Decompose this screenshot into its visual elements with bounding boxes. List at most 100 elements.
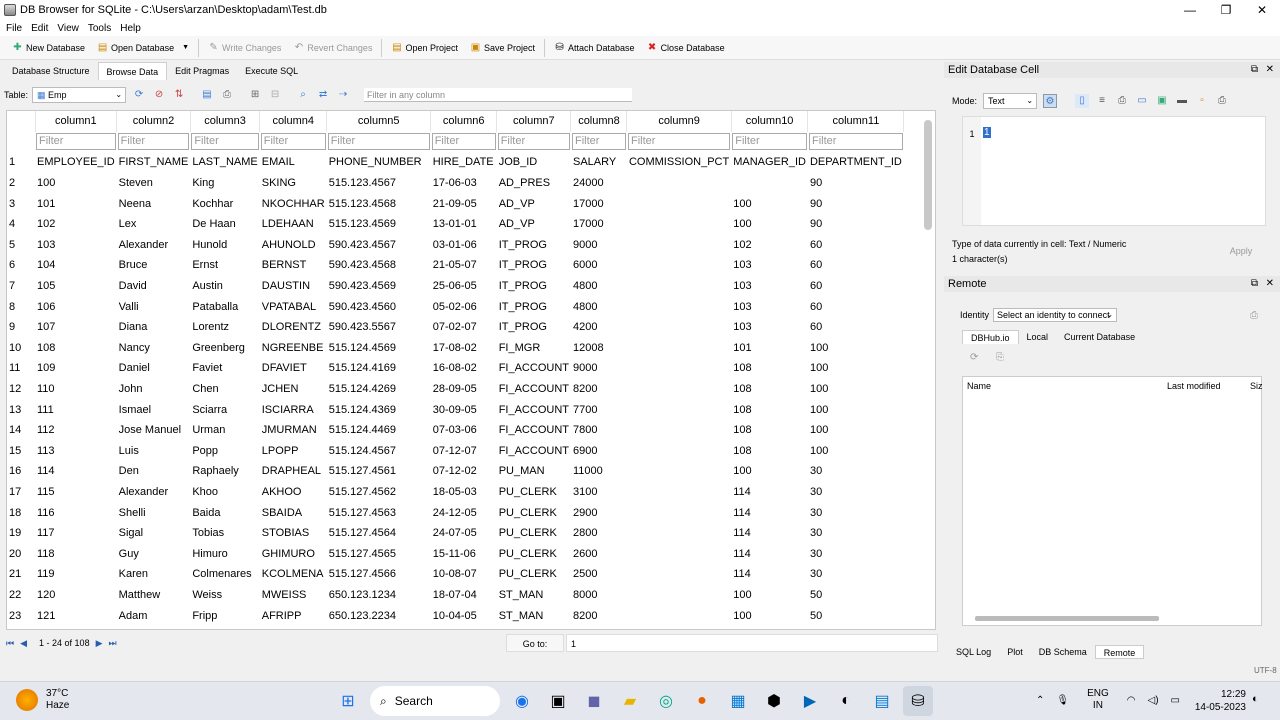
table-cell[interactable]: 590.423.4568 [327,255,431,276]
table-cell[interactable]: JMURMAN [260,420,327,441]
table-cell[interactable]: JOB_ID [497,152,571,173]
minimize-button[interactable]: — [1172,0,1208,20]
table-cell[interactable]: Faviet [190,358,259,379]
column-header[interactable]: column9 [626,111,732,132]
row-number[interactable]: 22 [7,584,35,606]
first-record-icon[interactable]: ⏮ [6,638,14,649]
table-cell[interactable]: 100 [808,399,904,420]
table-cell[interactable]: 120 [35,585,117,606]
row-number[interactable]: 14 [7,419,35,441]
clock[interactable]: 12:29 14-05-2023 [1194,688,1246,714]
table-cell[interactable]: FI_ACCOUNT [497,441,571,462]
table-cell[interactable]: 590.423.4569 [327,276,431,297]
table-cell[interactable]: 100 [731,585,808,606]
table-cell[interactable]: 108 [731,441,808,462]
table-cell[interactable]: 17-06-03 [431,173,497,194]
insert-record-icon[interactable]: ⊞ [248,88,262,102]
table-cell[interactable]: AD_VP [497,214,571,235]
table-cell[interactable]: Ismael [117,399,191,420]
filter-input[interactable]: Filter [260,133,326,151]
table-cell[interactable]: COMMISSION_PCT [627,152,731,173]
table-cell[interactable] [731,173,808,194]
table-cell[interactable]: Colmenares [190,564,259,585]
table-cell[interactable] [627,296,731,317]
table-cell[interactable]: 6900 [571,441,627,462]
write-changes-button[interactable]: ✎ Write Changes [202,38,287,58]
table-row[interactable]: 4 102 Lex De Haan LDEHAAN 515.123.4569 13-01-0… [7,213,904,235]
table-cell[interactable]: 110 [35,379,117,400]
table-row[interactable]: 16 114 Den Raphaely DRAPHEAL 515.127.4561 07-1… [7,461,904,482]
cell-editor[interactable]: 1 1 [962,116,1266,226]
remote-list[interactable]: Name Last modified Siz [962,376,1263,626]
previous-record-icon[interactable]: ◀ [20,638,27,649]
table-row[interactable]: 1 EMPLOYEE_ID FIRST_NAME LAST_NAME EMAIL PHON… [7,152,904,173]
table-cell[interactable]: FI_MGR [497,338,571,359]
table-cell[interactable]: Luis [117,441,191,462]
table-cell[interactable]: Fripp [190,605,259,626]
table-cell[interactable]: PU_CLERK [497,523,571,544]
table-cell[interactable] [627,358,731,379]
table-cell[interactable]: 7800 [571,420,627,441]
table-cell[interactable]: FI_ACCOUNT [497,420,571,441]
table-cell[interactable]: 107 [35,317,117,338]
table-cell[interactable]: 60 [808,276,904,297]
table-cell[interactable]: 650.123.2234 [327,605,431,626]
tab-db-schema[interactable]: DB Schema [1031,645,1095,659]
close-window-button[interactable]: ✕ [1244,0,1280,20]
dropdown-arrow-icon[interactable]: ▼ [182,44,189,51]
column-header[interactable]: column2 [116,111,191,132]
revert-changes-button[interactable]: ↶ Revert Changes [287,38,378,58]
table-cell[interactable]: Shelli [117,502,191,523]
table-cell[interactable]: GHIMURO [260,543,327,564]
row-number[interactable]: 12 [7,378,35,400]
edge-icon[interactable]: ◎ [651,686,681,716]
save-project-button[interactable]: ▣ Save Project [464,38,541,58]
table-cell[interactable]: 515.127.4563 [327,502,431,523]
table-cell[interactable]: 100 [808,441,904,462]
table-cell[interactable]: 3100 [571,482,627,503]
row-number[interactable]: 15 [7,440,35,462]
table-cell[interactable]: NGREENBE [260,338,327,359]
table-cell[interactable]: 12008 [571,338,627,359]
table-cell[interactable]: SKING [260,173,327,194]
table-cell[interactable]: 103 [731,317,808,338]
table-cell[interactable] [627,605,731,626]
table-cell[interactable]: AD_PRES [497,173,571,194]
identity-select[interactable]: Select an identity to connect ⌄ [993,308,1118,322]
table-cell[interactable]: 8200 [571,379,627,400]
table-cell[interactable]: LAST_NAME [190,152,259,173]
tab-dbhub[interactable]: DBHub.io [962,330,1019,344]
filter-input[interactable]: Filter [117,133,190,151]
table-cell[interactable]: 590.423.5567 [327,317,431,338]
filter-input[interactable]: Filter [627,133,731,151]
row-number[interactable]: 3 [7,193,35,214]
column-header[interactable]: column4 [259,111,328,132]
tab-plot[interactable]: Plot [999,645,1031,659]
table-cell[interactable]: KCOLMENA [260,564,327,585]
table-row[interactable]: 8 106 Valli Pataballa VPATABAL 590.423.4560 05… [7,296,904,317]
table-cell[interactable]: 60 [808,255,904,276]
row-number[interactable]: 23 [7,605,35,626]
table-cell[interactable]: 100 [35,173,117,194]
table-cell[interactable]: AKHOO [260,482,327,503]
table-cell[interactable]: 100 [731,193,808,214]
table-cell[interactable] [627,338,731,359]
horizontal-scrollbar[interactable] [975,616,1159,621]
table-cell[interactable]: 13-01-01 [431,214,497,235]
row-number[interactable]: 18 [7,502,35,523]
table-cell[interactable]: 102 [35,214,117,235]
table-cell[interactable]: ST_MAN [497,605,571,626]
table-cell[interactable]: 115 [35,482,117,503]
table-cell[interactable]: IT_PROG [497,276,571,297]
table-cell[interactable]: Nancy [117,338,191,359]
column-header[interactable]: column5 [326,111,432,132]
table-cell[interactable]: BERNST [260,255,327,276]
table-cell[interactable]: 118 [35,543,117,564]
column-last-modified[interactable]: Last modified [1167,381,1221,391]
menu-edit[interactable]: Edit [31,23,48,34]
table-cell[interactable]: Pataballa [190,296,259,317]
table-row[interactable]: 10 108 Nancy Greenberg NGREENBE 515.124.4569 1… [7,337,904,359]
table-cell[interactable]: AHUNOLD [260,235,327,256]
table-cell[interactable]: 15-11-06 [431,543,497,564]
table-cell[interactable]: 90 [808,214,904,235]
